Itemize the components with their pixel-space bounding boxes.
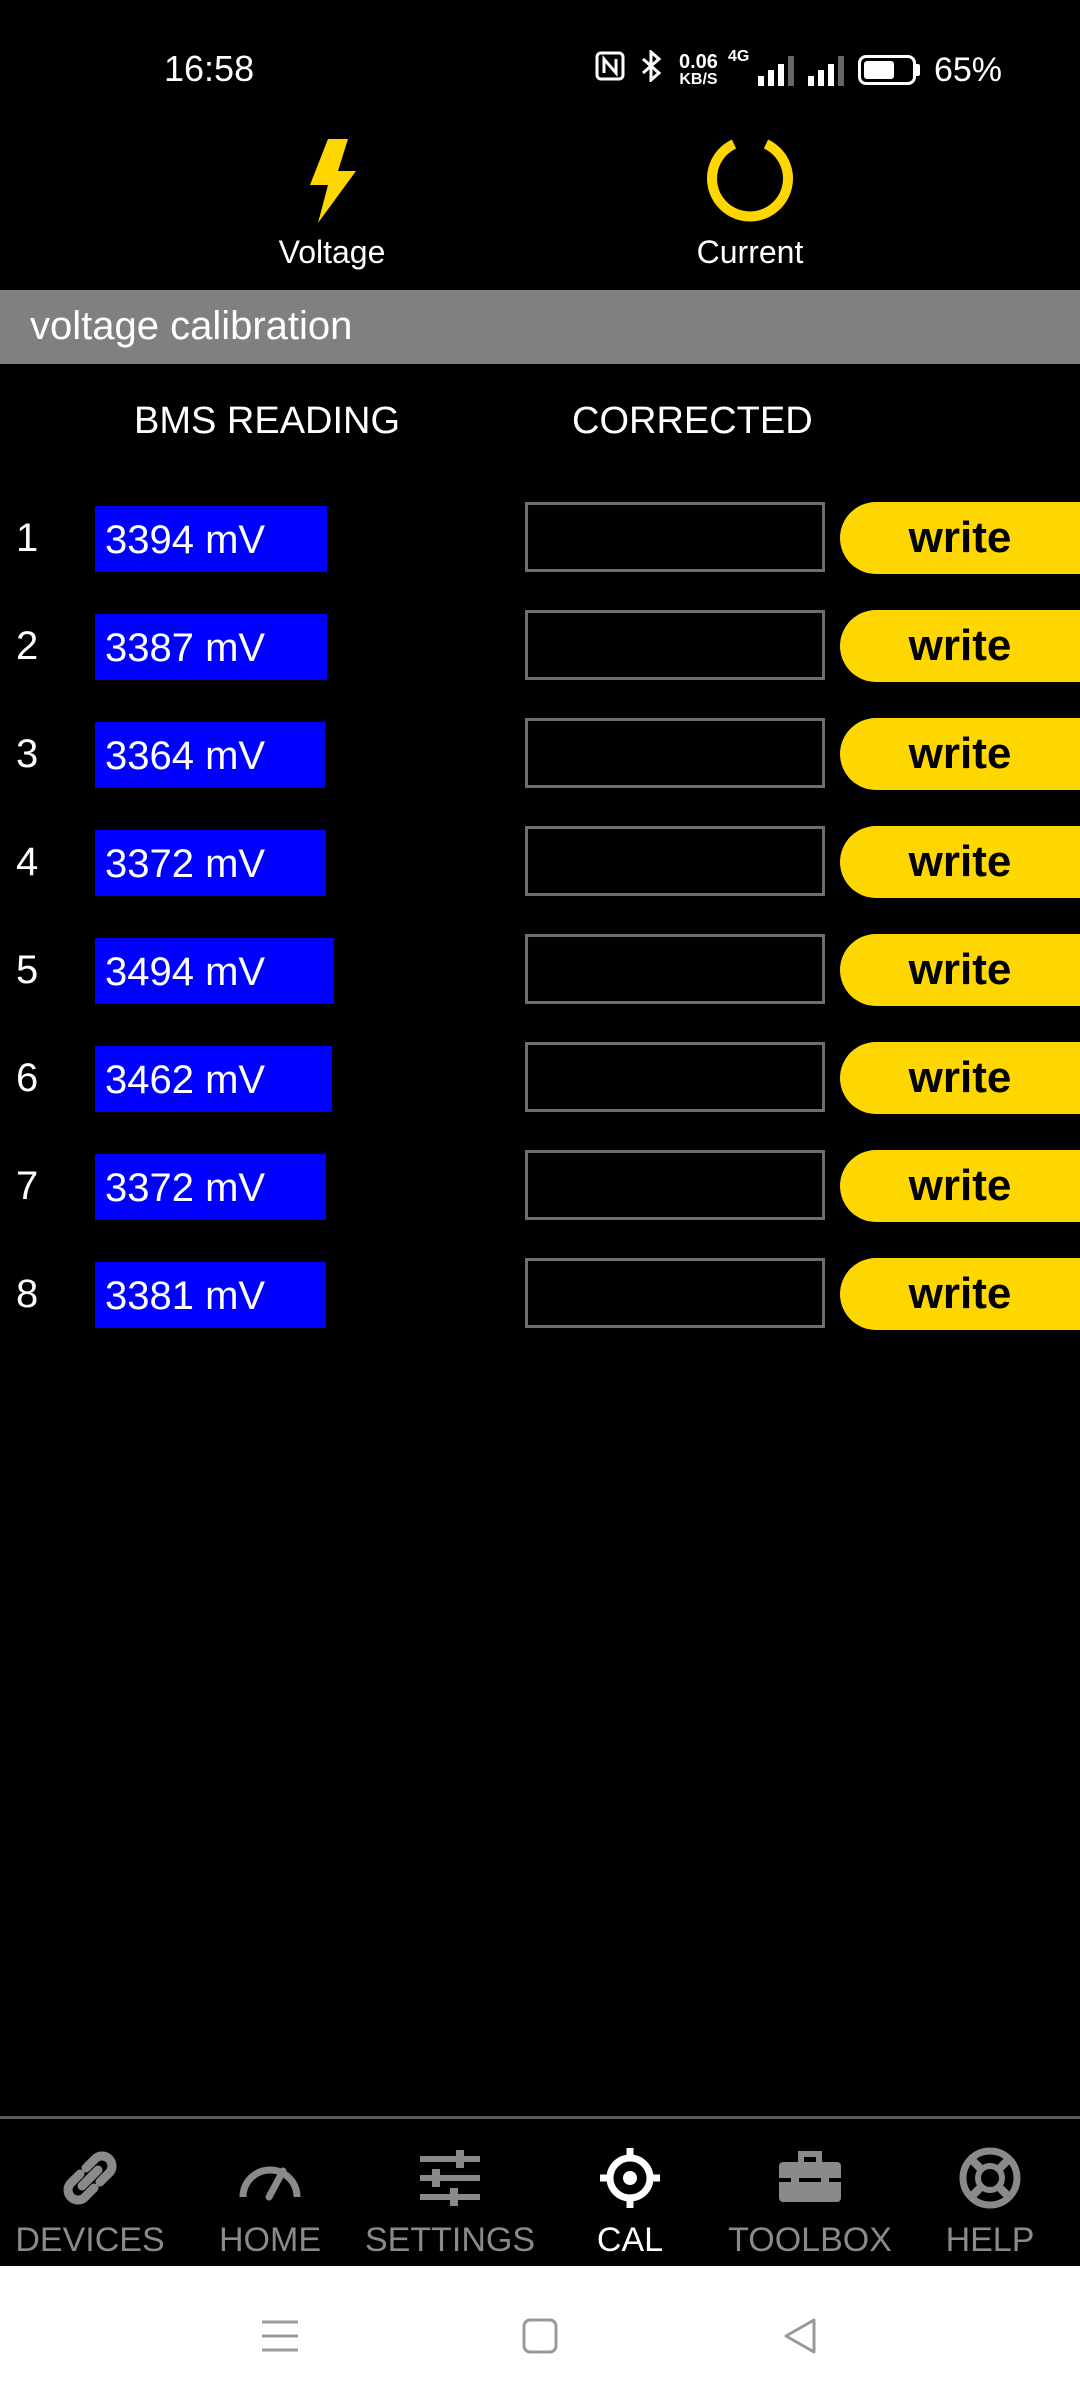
corrected-value-input[interactable] — [525, 610, 825, 680]
bms-reading-value: 3364 mV — [105, 734, 266, 778]
tab-voltage[interactable]: Voltage — [232, 132, 432, 271]
calibration-row: 5 3494 mV write — [0, 934, 1080, 1006]
cell-number: 6 — [16, 1056, 39, 1100]
bms-reading-bar: 3387 mV — [95, 614, 327, 680]
cell-number: 5 — [16, 948, 39, 992]
write-button[interactable]: write — [840, 934, 1080, 1006]
link-icon — [0, 2143, 180, 2213]
tab-current[interactable]: Current — [650, 132, 850, 271]
tab-voltage-label: Voltage — [278, 234, 386, 270]
write-button[interactable]: write — [840, 1258, 1080, 1330]
nfc-icon — [595, 51, 625, 89]
nav-settings-label: SETTINGS — [364, 2221, 536, 2259]
battery-percent: 65% — [933, 50, 1002, 89]
corrected-value-input[interactable] — [525, 1042, 825, 1112]
section-header: voltage calibration — [0, 290, 1080, 364]
status-icons: 0.06 KB/S 4G 65% — [595, 48, 1002, 90]
bms-reading-value: 3387 mV — [105, 626, 266, 670]
write-button[interactable]: write — [840, 1042, 1080, 1114]
cell-number: 1 — [16, 516, 39, 560]
bms-reading-bar: 3462 mV — [95, 1046, 332, 1112]
calibration-row: 3 3364 mV write — [0, 718, 1080, 790]
calibration-row: 7 3372 mV write — [0, 1150, 1080, 1222]
corrected-value-input[interactable] — [525, 1150, 825, 1220]
menu-icon[interactable] — [250, 2306, 310, 2366]
cell-number: 3 — [16, 732, 39, 776]
bms-reading-value: 3372 mV — [105, 1166, 266, 1210]
back-icon[interactable] — [770, 2306, 830, 2366]
nav-devices[interactable]: DEVICES — [0, 2143, 180, 2260]
calibration-row: 8 3381 mV write — [0, 1258, 1080, 1330]
nav-help-label: HELP — [945, 2221, 1035, 2259]
bms-reading-value: 3462 mV — [105, 1058, 266, 1102]
toolbox-icon — [720, 2143, 900, 2213]
bms-reading-value: 3494 mV — [105, 950, 266, 994]
nav-toolbox-label: TOOLBOX — [728, 2221, 892, 2259]
nav-help[interactable]: HELP — [900, 2143, 1080, 2260]
nav-settings[interactable]: SETTINGS — [360, 2143, 540, 2260]
calibration-row: 6 3462 mV write — [0, 1042, 1080, 1114]
corrected-value-input[interactable] — [525, 1258, 825, 1328]
cell-number: 8 — [16, 1272, 39, 1316]
bluetooth-icon — [639, 48, 665, 90]
signal-icon — [807, 54, 844, 86]
system-nav-bar — [0, 2266, 1080, 2400]
bms-reading-bar: 3372 mV — [95, 1154, 326, 1220]
cell-number: 4 — [16, 840, 39, 884]
lifebuoy-icon — [900, 2143, 1080, 2213]
write-button[interactable]: write — [840, 610, 1080, 682]
calibration-row: 1 3394 mV write — [0, 502, 1080, 574]
cell-number: 2 — [16, 624, 39, 668]
calibration-row: 2 3387 mV write — [0, 610, 1080, 682]
home-square-icon[interactable] — [510, 2306, 570, 2366]
bms-reading-value: 3394 mV — [105, 518, 266, 562]
bms-reading-value: 3372 mV — [105, 842, 266, 886]
lightning-bolt-icon — [232, 132, 432, 228]
bms-reading-bar: 3364 mV — [95, 722, 325, 788]
net-speed-unit: KB/S — [679, 71, 718, 88]
status-time: 16:58 — [164, 48, 255, 89]
signal-4g-icon: 4G — [728, 48, 794, 86]
network-type: 4G — [727, 48, 750, 65]
write-button[interactable]: write — [840, 826, 1080, 898]
net-speed: 0.06 KB/S — [679, 52, 718, 88]
tab-current-label: Current — [696, 234, 804, 270]
ring-icon — [650, 132, 850, 228]
corrected-value-input[interactable] — [525, 718, 825, 788]
corrected-value-input[interactable] — [525, 934, 825, 1004]
write-button[interactable]: write — [840, 1150, 1080, 1222]
calibration-row: 4 3372 mV write — [0, 826, 1080, 898]
bms-reading-bar: 3381 mV — [95, 1262, 326, 1328]
bottom-nav: DEVICES HOME SETTINGS CAL TOOLBOX HELP — [0, 2116, 1080, 2266]
column-header-corrected: CORRECTED — [572, 400, 813, 442]
corrected-value-input[interactable] — [525, 826, 825, 896]
bms-reading-bar: 3372 mV — [95, 830, 326, 896]
gauge-icon — [180, 2143, 360, 2213]
nav-home[interactable]: HOME — [180, 2143, 360, 2260]
bms-reading-bar: 3494 mV — [95, 938, 334, 1004]
crosshair-icon — [540, 2143, 720, 2213]
write-button[interactable]: write — [840, 718, 1080, 790]
nav-toolbox[interactable]: TOOLBOX — [720, 2143, 900, 2260]
bms-reading-bar: 3394 mV — [95, 506, 327, 572]
nav-cal-label: CAL — [596, 2221, 664, 2259]
net-speed-value: 0.06 — [679, 51, 718, 73]
corrected-value-input[interactable] — [525, 502, 825, 572]
nav-cal[interactable]: CAL — [540, 2143, 720, 2260]
sliders-icon — [360, 2143, 540, 2213]
status-bar: 16:58 0.06 KB/S 4G 65% — [0, 0, 1080, 130]
bms-reading-value: 3381 mV — [105, 1274, 266, 1318]
cell-number: 7 — [16, 1164, 39, 1208]
nav-home-label: HOME — [219, 2221, 321, 2259]
nav-devices-label: DEVICES — [15, 2221, 165, 2259]
section-title: voltage calibration — [30, 304, 353, 348]
column-header-bms-reading: BMS READING — [134, 400, 401, 442]
battery-icon — [857, 55, 920, 85]
write-button[interactable]: write — [840, 502, 1080, 574]
